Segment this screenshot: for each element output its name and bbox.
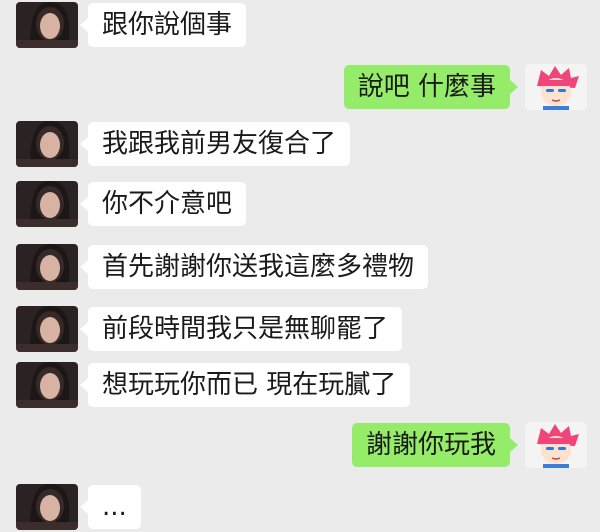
message-bubble[interactable]: 謝謝你玩我 (351, 423, 519, 467)
message-row: 說吧 什麼事 (0, 62, 600, 112)
message-row: ... (0, 482, 600, 532)
message-row: 跟你說個事 (0, 0, 600, 50)
message-bubble[interactable]: 想玩玩你而已 現在玩膩了 (79, 363, 411, 407)
girlfriend-avatar[interactable] (16, 121, 78, 167)
message-row: 你不介意吧 (0, 179, 600, 229)
message-row: 我跟我前男友復合了 (0, 119, 600, 169)
message-bubble[interactable]: ... (80, 485, 141, 529)
message-bubble[interactable]: 說吧 什麼事 (343, 65, 519, 109)
girlfriend-avatar[interactable] (16, 362, 78, 408)
message-row: 前段時間我只是無聊罷了 (0, 304, 600, 354)
girlfriend-avatar[interactable] (16, 181, 78, 227)
red-hair-boy-avatar[interactable] (525, 64, 587, 110)
message-row: 想玩玩你而已 現在玩膩了 (0, 360, 600, 410)
girlfriend-avatar[interactable] (16, 484, 78, 530)
chat-window[interactable]: 跟你說個事 說吧 什麼事 我跟我前男友復合了 你不介意吧 首先謝謝你送我這麼多禮… (0, 0, 600, 530)
message-row: 首先謝謝你送我這麼多禮物 (0, 242, 600, 292)
girlfriend-avatar[interactable] (16, 2, 78, 48)
message-bubble[interactable]: 首先謝謝你送我這麼多禮物 (79, 245, 429, 289)
girlfriend-avatar[interactable] (16, 244, 78, 290)
message-bubble[interactable]: 我跟我前男友復合了 (79, 122, 351, 166)
message-row: 謝謝你玩我 (0, 420, 600, 470)
girlfriend-avatar[interactable] (16, 306, 78, 352)
message-bubble[interactable]: 跟你說個事 (79, 3, 247, 47)
message-bubble[interactable]: 你不介意吧 (79, 182, 247, 226)
message-bubble[interactable]: 前段時間我只是無聊罷了 (79, 307, 403, 351)
red-hair-boy-avatar[interactable] (525, 422, 587, 468)
